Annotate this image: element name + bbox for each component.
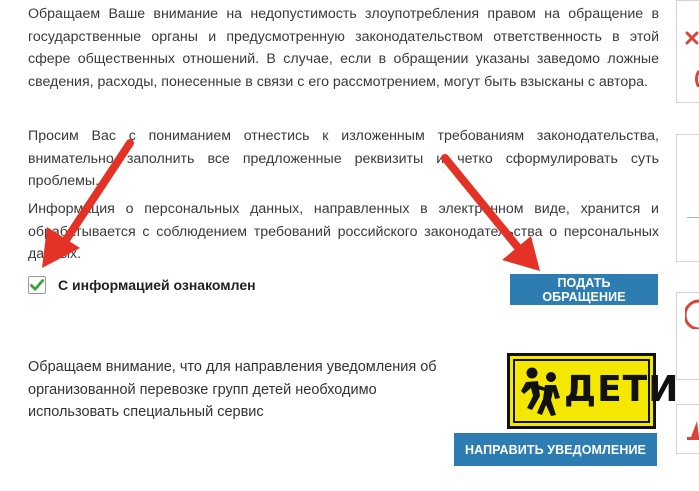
checkmark-icon <box>30 279 44 291</box>
legal-notice-paragraph-3: Информация о персональных данных, направ… <box>28 201 659 262</box>
agreement-label[interactable]: С информацией ознакомлен <box>58 277 256 293</box>
send-notification-button[interactable]: НАПРАВИТЬ УВЕДОМЛЕНИЕ <box>454 433 657 466</box>
appeal-form-section: Обращаем Ваше внимание на недопустимость… <box>28 0 678 491</box>
sidebar-card-2[interactable] <box>676 134 699 262</box>
sidebar-card-1[interactable] <box>676 0 699 103</box>
sidebar-card-3[interactable] <box>676 292 699 380</box>
agreement-row[interactable]: С информацией ознакомлен <box>28 274 256 296</box>
sidebar-icon-3 <box>685 299 699 329</box>
children-transport-banner[interactable]: ДЕТИ <box>507 353 678 429</box>
banner-text: ДЕТИ <box>564 369 680 410</box>
agreement-checkbox[interactable] <box>28 276 46 294</box>
submit-appeal-button[interactable]: ПОДАТЬ ОБРАЩЕНИЕ <box>510 274 658 305</box>
sidebar-divider <box>687 217 699 218</box>
children-sign-icon <box>521 367 560 416</box>
legal-notice-paragraph-1: Обращаем Ваше внимание на недопустимость… <box>28 6 659 90</box>
sidebar-icon-1 <box>685 31 699 87</box>
children-transport-notice: Обращаем внимание, что для направления у… <box>28 359 437 420</box>
sidebar-card-4[interactable] <box>676 404 699 454</box>
legal-notice-paragraph-2: Просим Вас с пониманием отнестись к изло… <box>28 128 659 189</box>
sidebar-icon-4 <box>687 421 699 440</box>
right-sidebar <box>676 0 699 491</box>
